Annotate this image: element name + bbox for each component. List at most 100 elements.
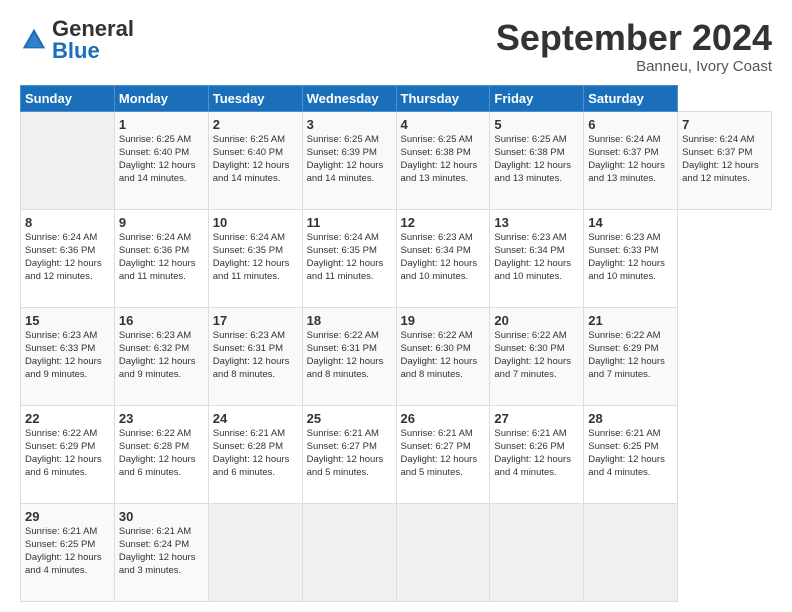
day-number: 29 (25, 508, 110, 526)
sunset-text: Sunset: 6:29 PM (25, 441, 95, 452)
daylight-text: Daylight: 12 hours and 7 minutes. (588, 356, 665, 380)
day-number: 22 (25, 410, 110, 428)
month-title: September 2024 (496, 18, 772, 58)
table-row: 4Sunrise: 6:25 AMSunset: 6:38 PMDaylight… (396, 111, 490, 209)
week-row-1: 1Sunrise: 6:25 AMSunset: 6:40 PMDaylight… (21, 111, 772, 209)
sunset-text: Sunset: 6:25 PM (25, 539, 95, 550)
table-row: 17Sunrise: 6:23 AMSunset: 6:31 PMDayligh… (208, 307, 302, 405)
daylight-text: Daylight: 12 hours and 5 minutes. (401, 454, 478, 478)
table-row: 24Sunrise: 6:21 AMSunset: 6:28 PMDayligh… (208, 405, 302, 503)
sunrise-text: Sunrise: 6:22 AM (588, 330, 660, 341)
sunrise-text: Sunrise: 6:25 AM (213, 134, 285, 145)
sunrise-text: Sunrise: 6:24 AM (25, 232, 97, 243)
day-number: 26 (401, 410, 486, 428)
sunrise-text: Sunrise: 6:22 AM (25, 428, 97, 439)
sunrise-text: Sunrise: 6:23 AM (588, 232, 660, 243)
sunset-text: Sunset: 6:35 PM (307, 245, 377, 256)
sunset-text: Sunset: 6:37 PM (682, 147, 752, 158)
day-number: 3 (307, 116, 392, 134)
sunrise-text: Sunrise: 6:25 AM (401, 134, 473, 145)
col-wednesday: Wednesday (302, 85, 396, 111)
sunset-text: Sunset: 6:28 PM (119, 441, 189, 452)
table-row: 22Sunrise: 6:22 AM Sunset: 6:29 PM Dayligh… (21, 405, 115, 503)
sunset-text: Sunset: 6:32 PM (119, 343, 189, 354)
daylight-text: Daylight: 12 hours and 10 minutes. (588, 258, 665, 282)
daylight-text: Daylight: 12 hours and 3 minutes. (119, 552, 196, 576)
day-number: 1 (119, 116, 204, 134)
daylight-text: Daylight: 12 hours and 8 minutes. (213, 356, 290, 380)
table-row: 14Sunrise: 6:23 AM Sunset: 6:33 PM Dayligh… (584, 209, 678, 307)
daylight-text: Daylight: 12 hours and 8 minutes. (307, 356, 384, 380)
sunset-text: Sunset: 6:33 PM (588, 245, 658, 256)
day-number: 2 (213, 116, 298, 134)
day-number: 24 (213, 410, 298, 428)
week-row-4: 22Sunrise: 6:22 AMSunset: 6:29 PMDayligh… (21, 405, 772, 503)
sunrise-text: Sunrise: 6:23 AM (25, 330, 97, 341)
daylight-text: Daylight: 12 hours and 14 minutes. (213, 160, 290, 184)
sunrise-text: Sunrise: 6:24 AM (307, 232, 379, 243)
title-block: September 2024 Banneu, Ivory Coast (496, 18, 772, 75)
daylight-text: Daylight: 12 hours and 4 minutes. (494, 454, 571, 478)
calendar-header-row: Sunday Monday Tuesday Wednesday Thursday… (21, 85, 772, 111)
sunset-text: Sunset: 6:34 PM (494, 245, 564, 256)
sunset-text: Sunset: 6:37 PM (588, 147, 658, 158)
day-number: 23 (119, 410, 204, 428)
sunrise-text: Sunrise: 6:22 AM (119, 428, 191, 439)
daylight-text: Daylight: 12 hours and 14 minutes. (307, 160, 384, 184)
sunrise-text: Sunrise: 6:23 AM (119, 330, 191, 341)
sunrise-text: Sunrise: 6:25 AM (494, 134, 566, 145)
day-number: 17 (213, 312, 298, 330)
table-row: 2Sunrise: 6:25 AM Sunset: 6:40 PM Daylight… (208, 111, 302, 209)
day-number: 28 (588, 410, 673, 428)
sunset-text: Sunset: 6:28 PM (213, 441, 283, 452)
sunset-text: Sunset: 6:40 PM (119, 147, 189, 158)
daylight-text: Daylight: 12 hours and 6 minutes. (25, 454, 102, 478)
sunset-text: Sunset: 6:31 PM (307, 343, 377, 354)
table-row: 21Sunrise: 6:22 AMSunset: 6:29 PMDayligh… (584, 307, 678, 405)
logo: General Blue (20, 18, 134, 62)
table-row: 23Sunrise: 6:22 AMSunset: 6:28 PMDayligh… (114, 405, 208, 503)
sunrise-text: Sunrise: 6:21 AM (588, 428, 660, 439)
table-row (208, 503, 302, 601)
sunset-text: Sunset: 6:24 PM (119, 539, 189, 550)
sunset-text: Sunset: 6:25 PM (588, 441, 658, 452)
sunrise-text: Sunrise: 6:21 AM (494, 428, 566, 439)
sunset-text: Sunset: 6:30 PM (401, 343, 471, 354)
table-row (584, 503, 678, 601)
page: General Blue September 2024 Banneu, Ivor… (0, 0, 792, 612)
daylight-text: Daylight: 12 hours and 7 minutes. (494, 356, 571, 380)
logo-blue: Blue (52, 40, 134, 62)
sunrise-text: Sunrise: 6:21 AM (25, 526, 97, 537)
sunset-text: Sunset: 6:39 PM (307, 147, 377, 158)
day-number: 20 (494, 312, 579, 330)
col-monday: Monday (114, 85, 208, 111)
table-row: 18Sunrise: 6:22 AMSunset: 6:31 PMDayligh… (302, 307, 396, 405)
table-row (302, 503, 396, 601)
logo-general: General (52, 18, 134, 40)
sunrise-text: Sunrise: 6:22 AM (401, 330, 473, 341)
sunset-text: Sunset: 6:36 PM (25, 245, 95, 256)
table-row: 27Sunrise: 6:21 AMSunset: 6:26 PMDayligh… (490, 405, 584, 503)
table-row: 5Sunrise: 6:25 AMSunset: 6:38 PMDaylight… (490, 111, 584, 209)
logo-text: General Blue (52, 18, 134, 62)
sunrise-text: Sunrise: 6:25 AM (119, 134, 191, 145)
col-saturday: Saturday (584, 85, 678, 111)
sunrise-text: Sunrise: 6:21 AM (213, 428, 285, 439)
day-number: 14 (588, 214, 673, 232)
sunrise-text: Sunrise: 6:25 AM (307, 134, 379, 145)
table-row: 11Sunrise: 6:24 AMSunset: 6:35 PMDayligh… (302, 209, 396, 307)
table-row (396, 503, 490, 601)
col-sunday: Sunday (21, 85, 115, 111)
logo-icon (20, 26, 48, 54)
sunrise-text: Sunrise: 6:24 AM (588, 134, 660, 145)
sunrise-text: Sunrise: 6:21 AM (401, 428, 473, 439)
day-number: 6 (588, 116, 673, 134)
sunset-text: Sunset: 6:40 PM (213, 147, 283, 158)
sunrise-text: Sunrise: 6:24 AM (682, 134, 754, 145)
table-row: 6Sunrise: 6:24 AMSunset: 6:37 PMDaylight… (584, 111, 678, 209)
daylight-text: Daylight: 12 hours and 12 minutes. (25, 258, 102, 282)
table-row: 12Sunrise: 6:23 AMSunset: 6:34 PMDayligh… (396, 209, 490, 307)
daylight-text: Daylight: 12 hours and 13 minutes. (401, 160, 478, 184)
sunrise-text: Sunrise: 6:24 AM (213, 232, 285, 243)
table-row: 28Sunrise: 6:21 AMSunset: 6:25 PMDayligh… (584, 405, 678, 503)
